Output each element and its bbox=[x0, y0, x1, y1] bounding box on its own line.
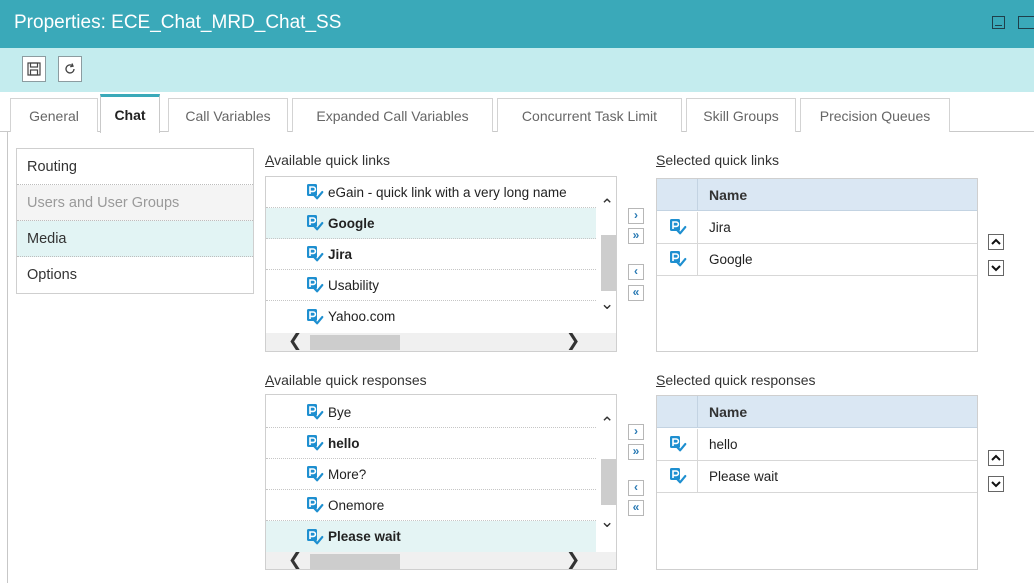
chevron-up-icon bbox=[991, 238, 1001, 245]
tab-precision-queues[interactable]: Precision Queues bbox=[800, 98, 950, 132]
quick-response-icon bbox=[306, 528, 324, 546]
list-item[interactable]: Yahoo.com bbox=[266, 301, 596, 332]
quick-response-icon bbox=[669, 435, 687, 453]
move-all-right-button[interactable]: » bbox=[628, 228, 644, 244]
scrollbar-thumb[interactable] bbox=[310, 554, 400, 569]
available-quick-responses-list[interactable]: Bye hello More? Onemore Please wait ⌃ ⌄ … bbox=[265, 394, 617, 570]
row-name: Jira bbox=[709, 220, 731, 235]
content-border bbox=[7, 132, 8, 583]
selected-quick-responses-label: Selected quick responses bbox=[656, 372, 816, 388]
tab-call-variables[interactable]: Call Variables bbox=[168, 98, 288, 132]
sidebar-item-media[interactable]: Media bbox=[17, 221, 253, 257]
scroll-right-icon[interactable]: ❯ bbox=[566, 332, 580, 349]
available-quick-links-label: Available quick links bbox=[265, 152, 391, 168]
sidebar: Routing Users and User Groups Media Opti… bbox=[16, 148, 254, 294]
sidebar-item-users-and-user-groups: Users and User Groups bbox=[17, 185, 253, 221]
tab-general[interactable]: General bbox=[10, 98, 98, 132]
row-name: Please wait bbox=[709, 469, 779, 484]
list-item[interactable]: Please wait bbox=[266, 521, 596, 552]
quick-response-icon bbox=[306, 403, 324, 421]
quick-link-icon bbox=[669, 218, 687, 236]
row-name: hello bbox=[709, 437, 738, 452]
tab-skill-groups[interactable]: Skill Groups bbox=[686, 98, 796, 132]
horizontal-scrollbar[interactable]: ❮ ❯ bbox=[266, 551, 616, 569]
quick-response-icon bbox=[669, 467, 687, 485]
quick-response-icon bbox=[306, 434, 324, 452]
scroll-left-icon[interactable]: ❮ bbox=[288, 332, 302, 349]
available-quick-responses-label: Available quick responses bbox=[265, 372, 427, 388]
table-row[interactable]: Please wait bbox=[657, 461, 977, 493]
quick-response-icon bbox=[306, 496, 324, 514]
move-up-button[interactable] bbox=[988, 450, 1004, 466]
quick-link-icon bbox=[306, 308, 324, 326]
column-header-name[interactable]: Name bbox=[709, 404, 747, 420]
scroll-left-icon[interactable]: ❮ bbox=[288, 551, 302, 568]
horizontal-scrollbar[interactable]: ❮ ❯ bbox=[266, 332, 616, 351]
refresh-icon bbox=[65, 63, 75, 74]
move-left-button[interactable]: ‹ bbox=[628, 480, 644, 496]
quick-link-icon bbox=[306, 245, 324, 263]
table-header: Name bbox=[657, 396, 977, 428]
sidebar-item-options[interactable]: Options bbox=[17, 257, 253, 293]
title-bar: Properties: ECE_Chat_MRD_Chat_SS bbox=[0, 0, 1034, 48]
chevron-down-icon bbox=[991, 481, 1001, 488]
move-all-left-button[interactable]: « bbox=[628, 285, 644, 301]
list-item[interactable]: Onemore bbox=[266, 490, 596, 521]
list-item[interactable]: Bye bbox=[266, 397, 596, 428]
scrollbar-thumb[interactable] bbox=[601, 459, 616, 505]
list-item[interactable]: More? bbox=[266, 459, 596, 490]
selected-quick-responses-table: Name hello Please wait bbox=[656, 395, 978, 570]
chevron-up-icon bbox=[991, 454, 1001, 461]
save-icon bbox=[27, 62, 41, 76]
quick-link-icon bbox=[306, 276, 324, 294]
quick-response-icon bbox=[306, 465, 324, 483]
scroll-up-icon[interactable]: ⌃ bbox=[600, 415, 614, 432]
scrollbar-thumb[interactable] bbox=[601, 235, 616, 291]
scroll-up-icon[interactable]: ⌃ bbox=[600, 197, 614, 214]
row-name: Google bbox=[709, 252, 753, 267]
table-row[interactable]: hello bbox=[657, 429, 977, 461]
move-down-button[interactable] bbox=[988, 260, 1004, 276]
move-right-button[interactable]: › bbox=[628, 208, 644, 224]
list-item[interactable]: Google bbox=[266, 208, 596, 239]
minimize-icon[interactable] bbox=[992, 16, 1005, 29]
list-item[interactable]: hello bbox=[266, 428, 596, 459]
move-left-button[interactable]: ‹ bbox=[628, 264, 644, 280]
table-row[interactable]: Jira bbox=[657, 212, 977, 244]
quick-link-icon bbox=[669, 250, 687, 268]
move-all-left-button[interactable]: « bbox=[628, 500, 644, 516]
vertical-scrollbar[interactable]: ⌃ ⌄ bbox=[596, 395, 616, 551]
table-header: Name bbox=[657, 179, 977, 211]
tab-concurrent-task-limit[interactable]: Concurrent Task Limit bbox=[497, 98, 682, 132]
tab-chat[interactable]: Chat bbox=[100, 94, 160, 133]
list-item[interactable]: eGain - quick link with a very long name bbox=[266, 177, 596, 208]
scrollbar-thumb[interactable] bbox=[310, 335, 400, 350]
refresh-button[interactable] bbox=[58, 56, 82, 82]
move-up-button[interactable] bbox=[988, 234, 1004, 250]
scroll-down-icon[interactable]: ⌄ bbox=[600, 513, 614, 530]
chevron-down-icon bbox=[991, 265, 1001, 272]
list-item[interactable]: Usability bbox=[266, 270, 596, 301]
tab-expanded-call-variables[interactable]: Expanded Call Variables bbox=[292, 98, 493, 132]
quick-link-icon bbox=[306, 214, 324, 232]
available-quick-links-list[interactable]: eGain - quick link with a very long name… bbox=[265, 176, 617, 352]
scroll-right-icon[interactable]: ❯ bbox=[566, 551, 580, 568]
selected-quick-links-label: Selected quick links bbox=[656, 152, 779, 168]
list-item[interactable]: Jira bbox=[266, 239, 596, 270]
move-right-button[interactable]: › bbox=[628, 424, 644, 440]
sidebar-item-routing[interactable]: Routing bbox=[17, 149, 253, 185]
selected-quick-links-table: Name Jira Google bbox=[656, 178, 978, 352]
move-down-button[interactable] bbox=[988, 476, 1004, 492]
table-row[interactable]: Google bbox=[657, 244, 977, 276]
maximize-icon[interactable] bbox=[1018, 16, 1034, 29]
toolbar bbox=[0, 48, 1034, 92]
save-button[interactable] bbox=[22, 56, 46, 82]
window-title: Properties: ECE_Chat_MRD_Chat_SS bbox=[14, 12, 342, 33]
tab-bar: General Chat Call Variables Expanded Cal… bbox=[0, 92, 1034, 133]
move-all-right-button[interactable]: » bbox=[628, 444, 644, 460]
quick-link-icon bbox=[306, 183, 324, 201]
column-header-name[interactable]: Name bbox=[709, 187, 747, 203]
scroll-down-icon[interactable]: ⌄ bbox=[600, 295, 614, 312]
vertical-scrollbar[interactable]: ⌃ ⌄ bbox=[596, 177, 616, 333]
